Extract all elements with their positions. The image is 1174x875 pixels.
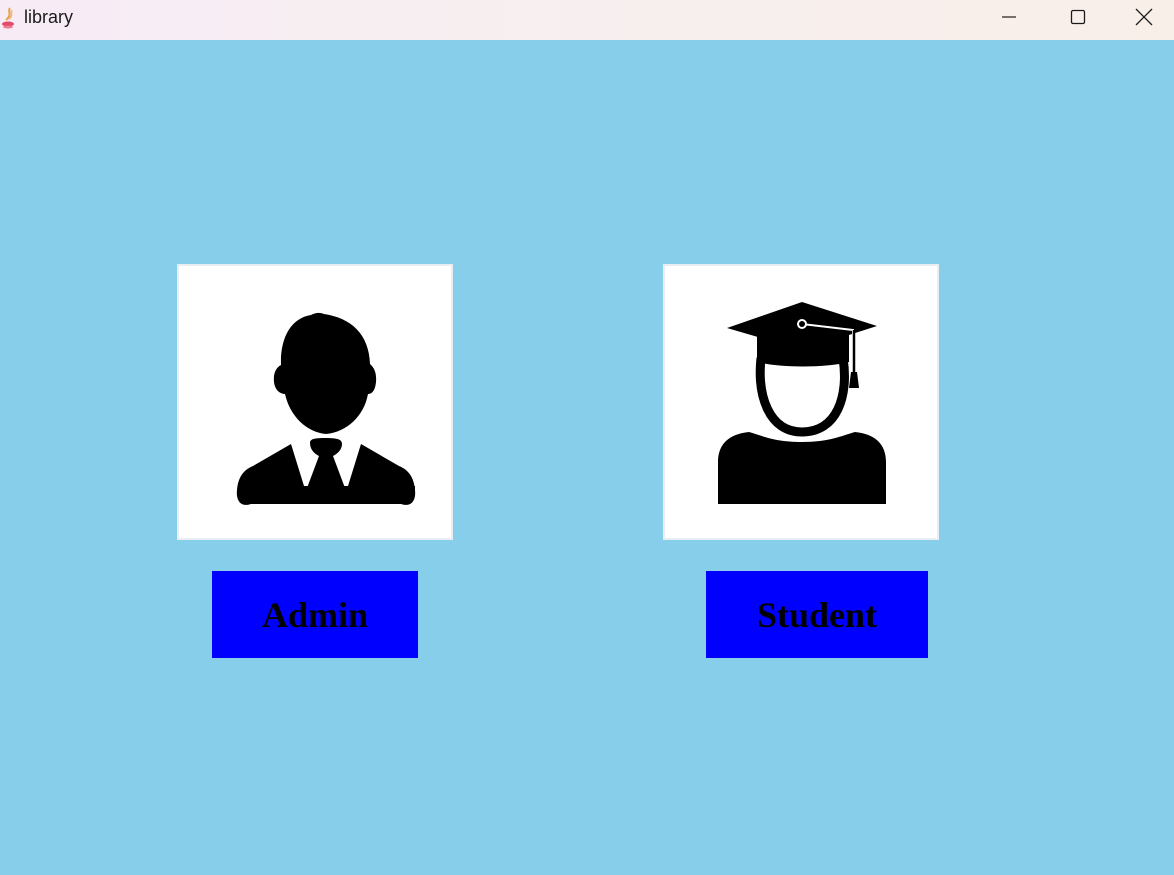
title-bar: library — [0, 0, 1174, 40]
minimize-button[interactable] — [974, 0, 1044, 34]
java-coffee-icon — [1, 7, 17, 29]
minimize-icon — [1002, 16, 1016, 18]
admin-person-icon — [236, 312, 416, 505]
close-button[interactable] — [1113, 0, 1174, 34]
student-button[interactable]: Student — [706, 571, 928, 658]
graduate-student-icon — [718, 302, 886, 504]
student-card — [663, 264, 939, 540]
maximize-button[interactable] — [1043, 0, 1113, 34]
admin-card — [177, 264, 453, 540]
maximize-icon — [1070, 9, 1086, 25]
window-title: library — [24, 7, 74, 27]
close-icon — [1135, 8, 1152, 26]
admin-button[interactable]: Admin — [212, 571, 418, 658]
app-window: library Admin Student — [0, 0, 1174, 875]
main-panel: Admin Student — [0, 40, 1174, 875]
